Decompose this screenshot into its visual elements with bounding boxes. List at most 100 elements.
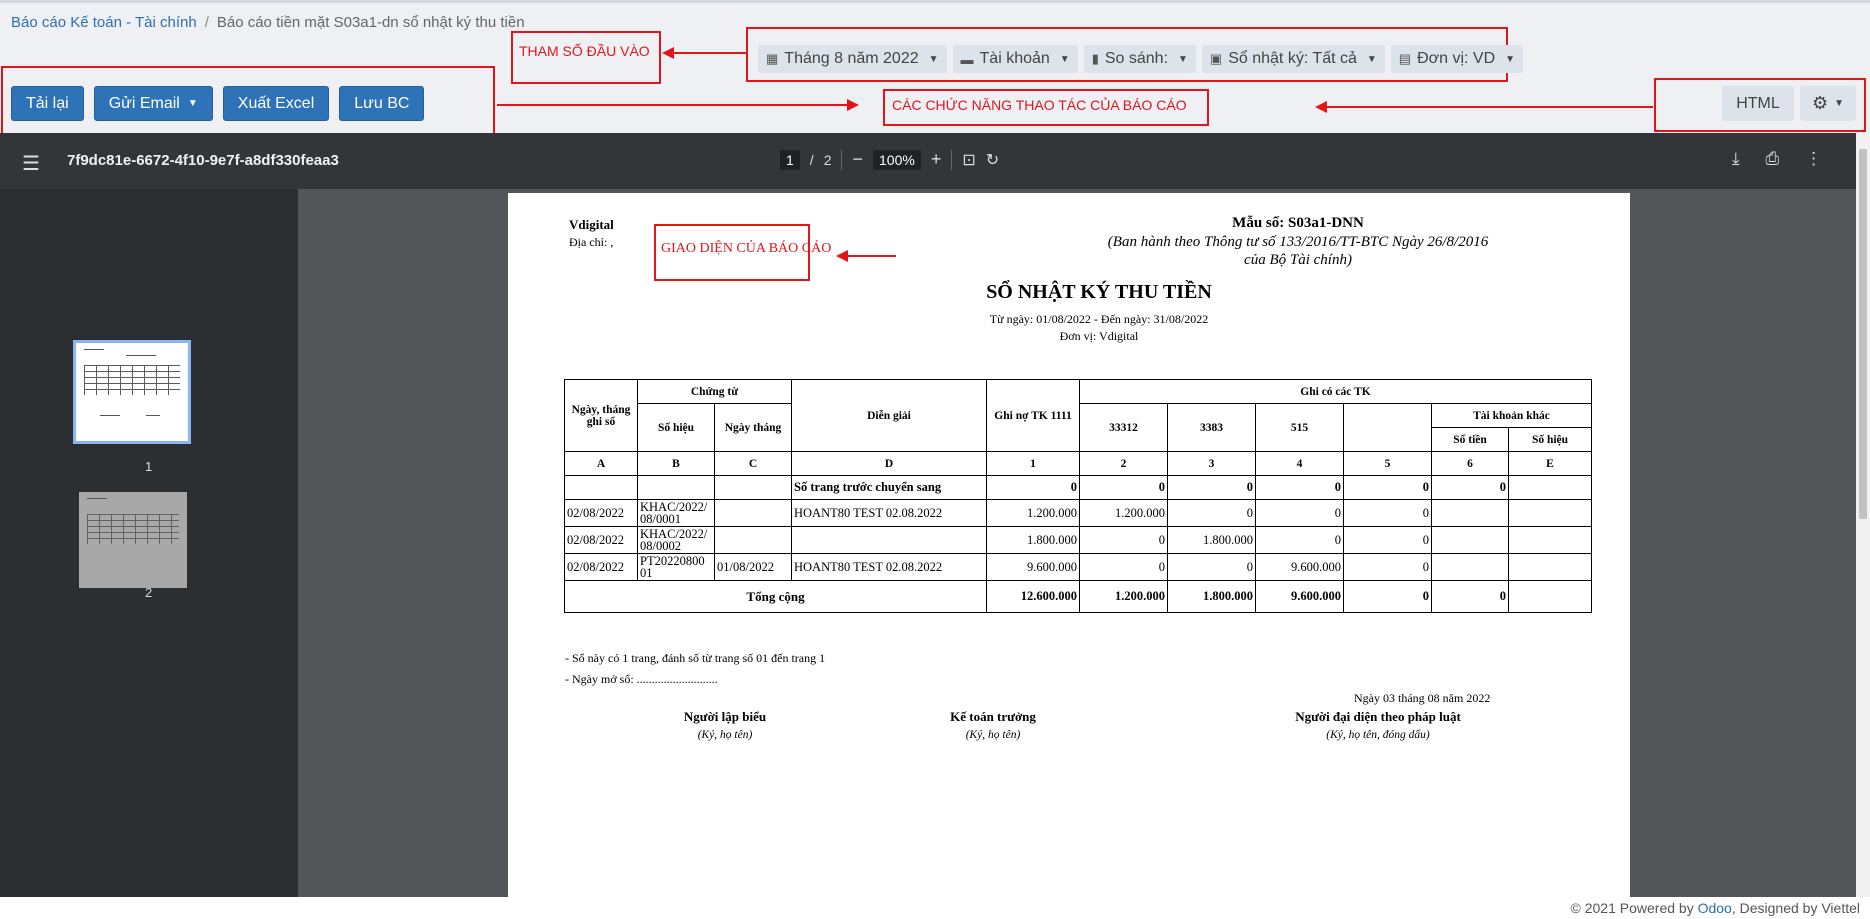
thumbnail-label: 1 xyxy=(145,459,153,474)
send-email-button-label: Gửi Email xyxy=(108,94,180,112)
export-excel-button[interactable]: Xuất Excel xyxy=(222,86,330,121)
settings-dropdown-button[interactable]: ⚙ ▼ xyxy=(1800,86,1856,121)
filter-compare[interactable]: ▮ So sánh: ▼ xyxy=(1083,45,1196,73)
chevron-down-icon: ▼ xyxy=(1178,53,1188,65)
viewer-scrollbar[interactable] xyxy=(1856,133,1870,897)
cell-desc: HOANT80 TEST 02.08.2022 xyxy=(791,553,987,581)
toolbar-divider xyxy=(841,149,843,170)
signer-title: Người đại diện theo pháp luật xyxy=(1295,709,1461,724)
report-form-note-line1: (Ban hành theo Thông tư số 133/2016/TT-B… xyxy=(1107,234,1489,250)
report-company: Vdigital xyxy=(569,217,614,232)
export-excel-button-label: Xuất Excel xyxy=(237,94,315,112)
page-number-input[interactable]: 1 xyxy=(780,149,800,170)
breadcrumb-separator: / xyxy=(204,14,209,31)
signer-chief-accountant: Kế toán trưởng (Ký, họ tên) xyxy=(908,709,1078,741)
carry-cell: 0 xyxy=(1079,475,1168,500)
download-icon[interactable]: ⤓ xyxy=(1732,149,1740,169)
report-form-number: Mẫu số: S03a1-DNN xyxy=(1232,215,1364,231)
filter-compare-label: So sánh: xyxy=(1104,50,1169,67)
chevron-down-icon: ▼ xyxy=(1834,98,1845,109)
cell-voucher-no: PT20220800 01 xyxy=(637,553,715,581)
code-row: A B C D 1 2 3 4 5 6 E xyxy=(564,451,1592,476)
filter-period[interactable]: ▦ Tháng 8 năm 2022 ▼ xyxy=(758,45,947,73)
cell-other-code xyxy=(1508,553,1592,581)
signer-title: Người lập biểu xyxy=(683,709,767,724)
carry-label: Số trang trước chuyển sang xyxy=(791,475,987,500)
total-acc3: 9.600.000 xyxy=(1255,580,1344,613)
cell-voucher-no: KHAC/2022/ 08/0001 xyxy=(637,499,715,527)
breadcrumb-parent-link[interactable]: Báo cáo Kế toán - Tài chính xyxy=(11,14,197,31)
filter-period-label: Tháng 8 năm 2022 xyxy=(784,50,919,67)
cell-other-amount xyxy=(1431,526,1509,554)
cell-other-amount xyxy=(1431,499,1509,527)
filter-account[interactable]: ▬ Tài khoản ▼ xyxy=(952,45,1078,73)
calendar-icon: ▦ xyxy=(766,51,779,66)
save-report-button[interactable]: Lưu BC xyxy=(339,86,425,121)
zoom-in-icon[interactable]: + xyxy=(931,149,942,170)
annotation-params-label: THAM SỐ ĐẦU VÀO xyxy=(519,43,650,59)
filter-unit[interactable]: ▤ Đơn vị: VD ▼ xyxy=(1390,45,1524,73)
table-row: 02/08/2022 PT20220800 01 01/08/2022 HOAN… xyxy=(564,553,1592,581)
cell-date: 02/08/2022 xyxy=(564,526,638,554)
more-vertical-icon[interactable]: ⋮ xyxy=(1805,149,1822,169)
signer-title: Kế toán trưởng xyxy=(950,709,1036,724)
print-icon[interactable]: ⎙ xyxy=(1766,149,1780,169)
report-note-pages: - Sổ này có 1 trang, đánh số từ trang số… xyxy=(565,651,826,665)
report-title: SỔ NHẬT KÝ THU TIỀN xyxy=(986,281,1212,303)
signer-preparer: Người lập biểu (Ký, họ tên) xyxy=(645,709,805,741)
thumbnail-label: 2 xyxy=(145,585,153,600)
code-cell: 3 xyxy=(1167,451,1256,476)
page-total: 2 xyxy=(823,151,832,168)
total-label: Tổng cộng xyxy=(564,580,987,613)
breadcrumb-current: Báo cáo tiền mặt S03a1-dn sổ nhật ký thu… xyxy=(216,14,525,31)
filter-journal[interactable]: ▣ Sổ nhật ký: Tất cả ▼ xyxy=(1201,45,1385,73)
footer-suffix: , Designed by Viettel xyxy=(1731,900,1860,916)
total-debit: 12.600.000 xyxy=(986,580,1080,613)
code-cell: 2 xyxy=(1079,451,1168,476)
scrollbar-thumb[interactable] xyxy=(1859,149,1867,519)
document-title: 7f9dc81e-6672-4f10-9e7f-a8df330feaa3 xyxy=(67,152,339,169)
filter-account-label: Tài khoản xyxy=(979,50,1050,67)
header-acc2: 3383 xyxy=(1167,403,1256,452)
header-acc4 xyxy=(1343,403,1432,452)
cell-acc2: 0 xyxy=(1167,499,1256,527)
code-cell: B xyxy=(637,451,715,476)
book-icon: ▣ xyxy=(1209,51,1223,66)
cell-debit: 1.200.000 xyxy=(986,499,1080,527)
rotate-icon[interactable]: ↻ xyxy=(986,150,999,170)
fit-page-icon[interactable]: ⊡ xyxy=(962,150,975,170)
code-cell: 5 xyxy=(1343,451,1432,476)
report-sign-date: Ngày 03 tháng 08 năm 2022 xyxy=(1354,691,1491,705)
header-acc3: 515 xyxy=(1255,403,1344,452)
html-view-button[interactable]: HTML xyxy=(1722,86,1794,121)
zoom-out-icon[interactable]: − xyxy=(852,149,863,170)
carry-cell: 0 xyxy=(1343,475,1432,500)
thumbnail-page-2[interactable] xyxy=(79,492,187,588)
annotation-functions-label: CÁC CHỨC NĂNG THAO TÁC CỦA BÁO CÁO xyxy=(892,97,1187,113)
zoom-level[interactable]: 100% xyxy=(873,149,921,170)
cell-acc3: 0 xyxy=(1255,499,1344,527)
reload-button-label: Tải lại xyxy=(26,94,69,112)
send-email-button[interactable]: Gửi Email ▼ xyxy=(93,86,213,121)
cell-acc4: 0 xyxy=(1343,526,1432,554)
footer-odoo-link[interactable]: Odoo xyxy=(1698,900,1732,916)
annotation-interface-label: GIAO DIỆN CỦA BÁO CÁO xyxy=(661,241,832,256)
cell-desc xyxy=(791,526,987,554)
save-report-button-label: Lưu BC xyxy=(354,94,410,112)
carry-cell: 0 xyxy=(1255,475,1344,500)
total-acc2: 1.800.000 xyxy=(1167,580,1256,613)
cell-desc: HOANT80 TEST 02.08.2022 xyxy=(791,499,987,527)
signer-sub: (Ký, họ tên, đóng dấu) xyxy=(1326,729,1430,741)
reload-button[interactable]: Tải lại xyxy=(11,86,84,121)
cell-acc4: 0 xyxy=(1343,553,1432,581)
carry-cell: 0 xyxy=(1431,475,1509,500)
code-cell: D xyxy=(791,451,987,476)
code-cell: E xyxy=(1508,451,1592,476)
annotation-arrow-params xyxy=(662,47,746,59)
cell-acc2: 1.800.000 xyxy=(1167,526,1256,554)
total-row: Tổng cộng 12.600.000 1.200.000 1.800.000… xyxy=(564,580,1592,613)
signer-sub: (Ký, họ tên) xyxy=(697,729,753,741)
pdf-viewer: ☰ 7f9dc81e-6672-4f10-9e7f-a8df330feaa3 1… xyxy=(0,133,1870,897)
menu-icon[interactable]: ☰ xyxy=(22,151,40,176)
header-voucher-date: Ngày tháng xyxy=(714,403,792,452)
